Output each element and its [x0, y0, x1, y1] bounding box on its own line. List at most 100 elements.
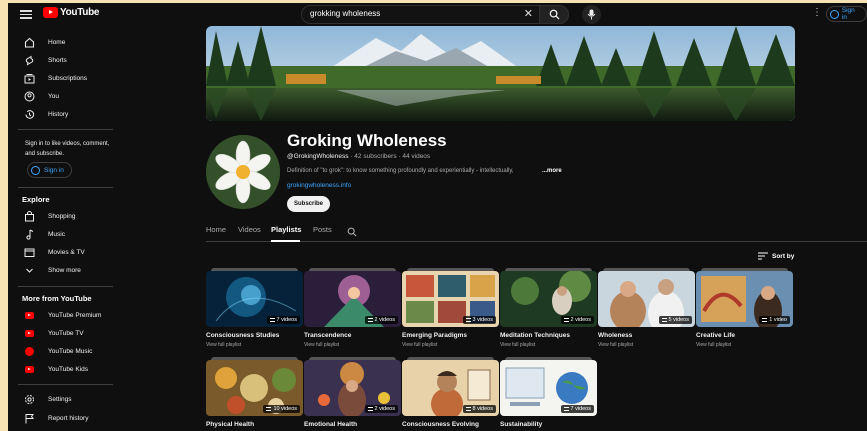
playlist-thumbnail[interactable]: 7 videos: [206, 271, 303, 327]
video-count: 2 videos: [374, 317, 396, 323]
playlist-title[interactable]: Consciousness Evolving: [402, 421, 499, 428]
playlist-title[interactable]: Wholeness: [598, 332, 695, 339]
youtube-logo[interactable]: YouTube: [43, 7, 100, 18]
account-icon: [31, 165, 40, 175]
sidebar-item-shopping[interactable]: Shopping: [12, 208, 112, 225]
sidebar-item-youtube-kids[interactable]: YouTube Kids: [12, 361, 112, 378]
channel-banner: [206, 26, 795, 121]
playlist-card-physical-health[interactable]: 10 videos Physical Health: [206, 357, 303, 428]
voice-search-button[interactable]: [582, 5, 601, 24]
sidebar-item-label: Subscriptions: [48, 75, 88, 82]
playlist-card-consciousness-evolving[interactable]: 8 videos Consciousness Evolving: [402, 357, 499, 428]
channel-link[interactable]: grokingwholeness.info: [287, 182, 351, 189]
sidebar-item-youtube-premium[interactable]: YouTube Premium: [12, 307, 112, 324]
tab-home[interactable]: Home: [206, 225, 226, 234]
sidebar-item-subscriptions[interactable]: Subscriptions: [12, 70, 112, 87]
playlist-title[interactable]: Consciousness Studies: [206, 332, 303, 339]
gear-icon: [22, 394, 36, 405]
playlist-title[interactable]: Meditation Techniques: [500, 332, 597, 339]
video-count-badge: 10 videos: [263, 405, 300, 413]
channel-tabs: Home Videos Playlists Posts: [206, 221, 867, 242]
view-full-playlist-link[interactable]: View full playlist: [304, 342, 401, 348]
microphone-icon: [587, 9, 596, 20]
playlist-thumbnail[interactable]: 2 videos: [304, 271, 401, 327]
sidebar-item-history[interactable]: History: [12, 106, 112, 123]
view-full-playlist-link[interactable]: View full playlist: [598, 342, 695, 348]
sidebar-item-shorts[interactable]: Shorts: [12, 52, 112, 69]
sidebar-item-label: Home: [48, 39, 66, 46]
playlist-card-wholeness[interactable]: 5 videos Wholeness View full playlist: [598, 268, 695, 348]
search-value[interactable]: grokking wholeness: [310, 9, 380, 18]
video-count: 5 videos: [668, 317, 690, 323]
playlist-card-transcendence[interactable]: 2 videos Transcendence View full playlis…: [304, 268, 401, 348]
sign-in-label: Sign in: [44, 166, 64, 174]
tab-videos[interactable]: Videos: [238, 225, 261, 234]
playlist-card-sustainability[interactable]: 7 videos Sustainability: [500, 357, 597, 428]
video-count: 7 videos: [276, 317, 298, 323]
youtube-music-icon: [24, 347, 34, 356]
sort-by-button[interactable]: Sort by: [758, 252, 794, 260]
description-more-link[interactable]: ...more: [542, 168, 562, 174]
playlist-card-creative-life[interactable]: 1 video Creative Life View full playlist: [696, 268, 793, 348]
playlist-thumbnail[interactable]: 2 videos: [304, 360, 401, 416]
playlist-title[interactable]: Sustainability: [500, 421, 597, 428]
sidebar-item-show-more[interactable]: Show more: [12, 262, 112, 279]
channel-avatar[interactable]: [206, 135, 280, 209]
white-flower-image: [206, 135, 280, 209]
sidebar-item-report-history[interactable]: Report history: [12, 410, 112, 427]
playlist-title[interactable]: Physical Health: [206, 421, 303, 428]
sign-in-button[interactable]: Sign in: [826, 6, 867, 22]
playlist-icon: [465, 318, 471, 322]
divider: [18, 187, 113, 188]
tab-posts[interactable]: Posts: [313, 225, 332, 234]
explore-heading: Explore: [22, 195, 50, 204]
sidebar-sign-in-button[interactable]: Sign in: [27, 162, 72, 178]
sign-in-note: Sign in to like videos, comment, and sub…: [25, 141, 110, 157]
playlist-card-emotional-health[interactable]: 2 videos Emotional Health: [304, 357, 401, 428]
channel-handle: @GrokingWholeness: [287, 153, 349, 160]
channel-search-icon[interactable]: [347, 224, 357, 242]
sidebar-item-movies-tv[interactable]: Movies & TV: [12, 244, 112, 261]
playlist-title[interactable]: Transcendence: [304, 332, 401, 339]
sidebar-item-music[interactable]: Music: [12, 226, 112, 243]
channel-description[interactable]: Definition of "to grok": to know somethi…: [287, 168, 514, 174]
playlist-thumbnail[interactable]: 3 videos: [402, 271, 499, 327]
playlist-title[interactable]: Emotional Health: [304, 421, 401, 428]
tab-playlists[interactable]: Playlists: [271, 225, 301, 234]
more-from-youtube-heading: More from YouTube: [22, 294, 92, 303]
sidebar-item-home[interactable]: Home: [12, 34, 112, 51]
subscribe-button[interactable]: Subscribe: [287, 196, 330, 212]
sidebar: Home Shorts Subscriptions You History Si…: [8, 25, 116, 431]
playlist-card-consciousness-studies[interactable]: 7 videos Consciousness Studies View full…: [206, 268, 303, 348]
sidebar-item-you[interactable]: You: [12, 88, 112, 105]
playlist-thumbnail[interactable]: 2 videos: [500, 271, 597, 327]
playlist-thumbnail[interactable]: 1 video: [696, 271, 793, 327]
playlist-thumbnail[interactable]: 5 videos: [598, 271, 695, 327]
search-input[interactable]: grokking wholeness ✕: [301, 5, 539, 24]
search-icon: [549, 9, 560, 20]
sidebar-item-label: Show more: [48, 267, 81, 274]
video-count: 3 videos: [472, 317, 494, 323]
playlist-icon: [563, 318, 569, 322]
playlist-icon: [762, 318, 768, 322]
sidebar-item-settings[interactable]: Settings: [12, 391, 112, 408]
playlist-card-emerging-paradigms[interactable]: 3 videos Emerging Paradigms View full pl…: [402, 268, 499, 348]
sidebar-item-label: Music: [48, 231, 65, 238]
view-full-playlist-link[interactable]: View full playlist: [696, 342, 793, 348]
playlist-card-meditation-techniques[interactable]: 2 videos Meditation Techniques View full…: [500, 268, 597, 348]
view-full-playlist-link[interactable]: View full playlist: [402, 342, 499, 348]
sidebar-item-youtube-tv[interactable]: YouTube TV: [12, 325, 112, 342]
view-full-playlist-link[interactable]: View full playlist: [206, 342, 303, 348]
hamburger-menu-icon[interactable]: [20, 8, 32, 20]
more-options-icon[interactable]: ⋮: [812, 7, 822, 18]
playlist-thumbnail[interactable]: 10 videos: [206, 360, 303, 416]
clear-search-icon[interactable]: ✕: [524, 7, 533, 20]
playlist-thumbnail[interactable]: 7 videos: [500, 360, 597, 416]
playlist-title[interactable]: Creative Life: [696, 332, 793, 339]
playlist-thumbnail[interactable]: 8 videos: [402, 360, 499, 416]
playlist-title[interactable]: Emerging Paradigms: [402, 332, 499, 339]
search-button[interactable]: [539, 5, 569, 24]
view-full-playlist-link[interactable]: View full playlist: [500, 342, 597, 348]
sidebar-item-youtube-music[interactable]: YouTube Music: [12, 343, 112, 360]
divider: [18, 286, 113, 287]
